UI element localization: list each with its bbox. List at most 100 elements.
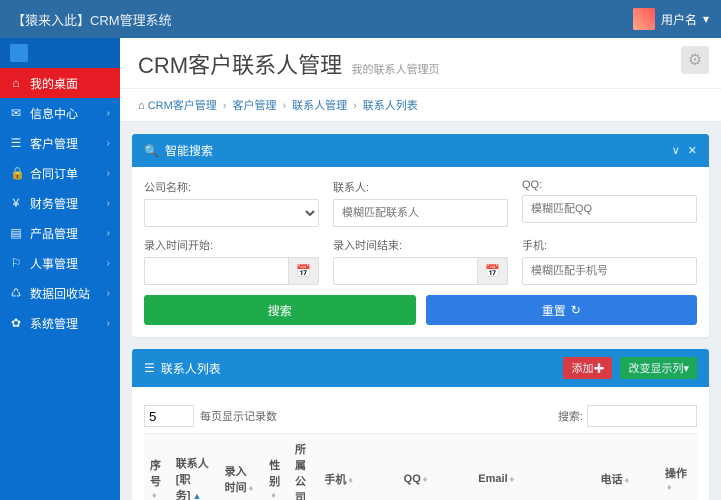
nav-icon: ✿ — [10, 316, 22, 330]
contact-label: 联系人: — [333, 179, 508, 195]
page-size-label: 每页显示记录数 — [200, 408, 277, 424]
nav-icon: ☰ — [10, 136, 22, 150]
chevron-right-icon: › — [107, 228, 110, 239]
contacts-table: 序号♦联系人[职务]▲录入时间♦性别♦所属公司♦手机♦QQ♦Email♦电话♦操… — [144, 433, 697, 500]
user-menu[interactable]: 用户名 ▾ — [633, 8, 709, 30]
nav-icon: ✉ — [10, 106, 22, 120]
nav-icon: 🔒 — [10, 166, 22, 180]
calendar-icon[interactable]: 📅 — [478, 257, 508, 285]
breadcrumb-link[interactable]: CRM客户管理 — [148, 100, 217, 112]
company-select[interactable] — [144, 199, 319, 227]
reset-button[interactable]: 重置 ↻ — [426, 295, 698, 325]
nav-icon: ⚐ — [10, 256, 22, 270]
home-icon: ⌂ — [138, 100, 145, 112]
sidebar-item-label: 数据回收站 — [30, 285, 90, 302]
sort-icon: ♦ — [249, 483, 254, 493]
contact-input[interactable] — [333, 199, 508, 227]
column-header[interactable]: 录入时间♦ — [219, 434, 264, 500]
qq-input[interactable] — [522, 195, 697, 223]
sidebar-item[interactable]: ✉ 信息中心 › — [0, 98, 120, 128]
column-header[interactable]: Email♦ — [472, 434, 594, 500]
chevron-down-icon: ▾ — [703, 12, 709, 26]
column-header[interactable]: 手机♦ — [318, 434, 397, 500]
sidebar-item-label: 信息中心 — [30, 105, 78, 122]
list-panel: ☰ 联系人列表 添加✚ 改变显示列▾ 每页显示记录数 搜索: — [132, 349, 709, 500]
sidebar-item[interactable]: ⌂ 我的桌面 — [0, 68, 120, 98]
sort-icon: ▲ — [192, 491, 201, 500]
sidebar-item[interactable]: 🔒 合同订单 › — [0, 158, 120, 188]
table-search-input[interactable] — [587, 405, 697, 427]
column-header[interactable]: 联系人[职务]▲ — [170, 434, 219, 500]
nav-icon: ¥ — [10, 196, 22, 210]
sidebar-item-label: 人事管理 — [30, 255, 78, 272]
panel-title: 联系人列表 — [161, 360, 221, 377]
user-name: 用户名 — [661, 11, 697, 28]
breadcrumb-link[interactable]: 联系人管理 — [292, 100, 347, 112]
page-title: CRM客户联系人管理 — [138, 48, 342, 80]
chevron-right-icon: › — [107, 168, 110, 179]
sidebar-item[interactable]: ¥ 财务管理 › — [0, 188, 120, 218]
columns-button[interactable]: 改变显示列▾ — [620, 357, 697, 379]
sidebar-item-label: 产品管理 — [30, 225, 78, 242]
chevron-right-icon: › — [107, 318, 110, 329]
panel-title: 智能搜索 — [165, 142, 213, 159]
mobile-input[interactable] — [522, 257, 697, 285]
chevron-right-icon: › — [107, 198, 110, 209]
app-brand: 【猿来入此】CRM管理系统 — [12, 10, 172, 29]
search-button[interactable]: 搜索 — [144, 295, 416, 325]
start-date-input[interactable] — [144, 257, 289, 285]
table-search-label: 搜索: — [558, 408, 583, 424]
sort-icon: ♦ — [152, 490, 157, 500]
start-date-label: 录入时间开始: — [144, 237, 319, 253]
chevron-right-icon: › — [107, 288, 110, 299]
add-button[interactable]: 添加✚ — [563, 357, 612, 379]
sort-icon: ♦ — [510, 474, 515, 484]
page-subtitle: 我的联系人管理页 — [351, 64, 439, 76]
column-header[interactable]: QQ♦ — [398, 434, 473, 500]
list-icon: ☰ — [144, 361, 155, 375]
sort-icon: ♦ — [423, 474, 428, 484]
sidebar-item[interactable]: ♺ 数据回收站 › — [0, 278, 120, 308]
column-header[interactable]: 操作♦ — [659, 434, 697, 500]
gear-icon: ⚙ — [688, 50, 702, 70]
sort-icon: ♦ — [667, 482, 672, 492]
sidebar-item[interactable]: ☰ 客户管理 › — [0, 128, 120, 158]
breadcrumb-link[interactable]: 联系人列表 — [363, 100, 418, 112]
sidebar-item-label: 合同订单 — [30, 165, 78, 182]
nav-icon: ♺ — [10, 286, 22, 300]
page-size-input[interactable] — [144, 405, 194, 427]
sort-icon: ♦ — [271, 490, 276, 500]
column-header[interactable]: 电话♦ — [595, 434, 659, 500]
sidebar-toggle[interactable] — [0, 38, 120, 68]
sidebar-item[interactable]: ▤产品管理› — [0, 218, 120, 248]
sidebar-item-label: 客户管理 — [30, 135, 78, 152]
company-label: 公司名称: — [144, 179, 319, 195]
breadcrumb-link[interactable]: 客户管理 — [232, 100, 276, 112]
qq-label: QQ: — [522, 179, 697, 191]
end-date-label: 录入时间结束: — [333, 237, 508, 253]
close-icon[interactable]: ✕ — [688, 144, 697, 157]
menu-icon — [10, 44, 28, 62]
search-panel: 🔍 智能搜索 ∨ ✕ 公司名称: 联系人: — [132, 134, 709, 337]
column-header[interactable]: 性别♦ — [263, 434, 289, 500]
chevron-right-icon: › — [107, 108, 110, 119]
search-icon: 🔍 — [144, 144, 159, 158]
sort-icon: ♦ — [625, 475, 630, 485]
calendar-icon[interactable]: 📅 — [289, 257, 319, 285]
chevron-right-icon: › — [107, 258, 110, 269]
nav-icon: ⌂ — [10, 76, 22, 90]
column-header[interactable]: 序号♦ — [144, 434, 170, 500]
refresh-icon: ↻ — [571, 303, 581, 317]
collapse-icon[interactable]: ∨ — [672, 144, 680, 157]
sidebar-item[interactable]: ⚐ 人事管理 › — [0, 248, 120, 278]
end-date-input[interactable] — [333, 257, 478, 285]
breadcrumb: ⌂ CRM客户管理›客户管理›联系人管理›联系人列表 — [120, 89, 721, 122]
settings-button[interactable]: ⚙ — [681, 46, 709, 74]
sidebar-item-label: 我的桌面 — [30, 75, 78, 92]
chevron-right-icon: › — [107, 138, 110, 149]
sidebar-item-label: 财务管理 — [30, 195, 78, 212]
sidebar-item[interactable]: ✿ 系统管理 › — [0, 308, 120, 338]
sidebar-item-label: 系统管理 — [30, 315, 78, 332]
sort-icon: ♦ — [348, 475, 353, 485]
column-header[interactable]: 所属公司♦ — [289, 434, 318, 500]
